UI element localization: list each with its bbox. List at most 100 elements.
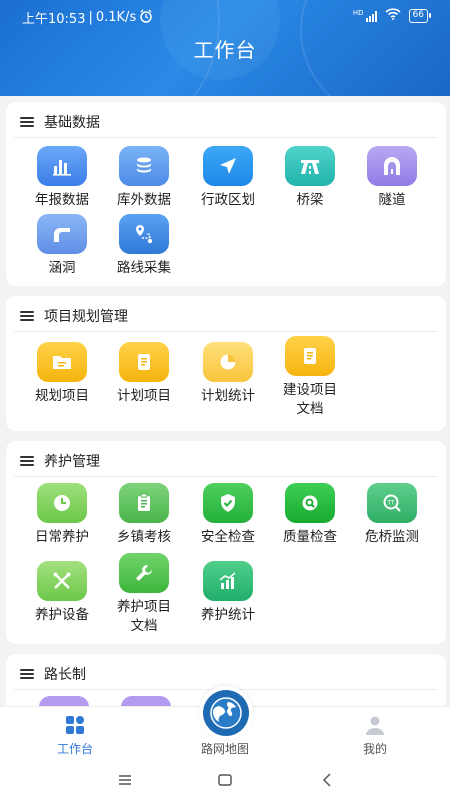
status-time: 上午10:53 <box>22 12 86 27</box>
item-label: 日常养护 <box>35 529 89 545</box>
section-basic-data: 基础数据 年报数据 库外数据 行政区划 桥梁 隧道 涵洞 路线采集 <box>6 102 446 286</box>
divider <box>14 331 438 332</box>
search-gear-icon <box>285 483 335 523</box>
item-label: 建设项目 文档 <box>268 381 352 419</box>
item-culvert[interactable]: 涵洞 <box>20 214 104 278</box>
wrench-icon <box>119 553 169 593</box>
menu-lines-icon <box>20 117 34 127</box>
pie-chart-icon <box>203 342 253 382</box>
tools-icon <box>37 561 87 601</box>
item-label: 隧道 <box>378 192 406 208</box>
item-label: 养护项目 文档 <box>102 598 186 636</box>
back-icon[interactable] <box>318 770 338 790</box>
item-township-assessment[interactable]: 乡镇考核 <box>102 483 186 547</box>
section-header: 项目规划管理 <box>6 296 446 332</box>
tunnel-icon <box>367 146 417 186</box>
folder-icon <box>37 342 87 382</box>
grid-icon <box>64 714 86 736</box>
item-quality-check[interactable]: 质量检查 <box>268 483 352 547</box>
menu-lines-icon <box>20 311 34 321</box>
bar-chart-icon <box>37 146 87 186</box>
road-map-button[interactable] <box>199 686 253 740</box>
bridge-icon <box>285 146 335 186</box>
status-speed: 0.1K/s <box>95 10 137 25</box>
menu-lines-icon <box>20 669 34 679</box>
battery-icon: 66 <box>408 9 432 23</box>
status-bar: 上午10:53 | 0.1K/s HD 66 <box>0 0 450 32</box>
item-label: 乡镇考核 <box>117 529 171 545</box>
item-daily-maintenance[interactable]: 日常养护 <box>20 483 104 547</box>
document-icon <box>119 342 169 382</box>
item-bridge[interactable]: 桥梁 <box>268 146 352 210</box>
item-label-line: 文档 <box>296 401 324 417</box>
alarm-icon <box>139 9 153 27</box>
divider <box>14 137 438 138</box>
app-header: 上午10:53 | 0.1K/s HD 66 工作台 <box>0 0 450 96</box>
svg-text:TT: TT <box>386 500 395 507</box>
item-label: 桥梁 <box>296 192 324 208</box>
item-admin-division[interactable]: 行政区划 <box>186 146 270 210</box>
item-tunnel[interactable]: 隧道 <box>350 146 434 210</box>
tab-label: 工作台 <box>56 742 93 756</box>
signal-icon: HD <box>353 10 377 22</box>
section-title: 路长制 <box>44 667 86 683</box>
monitor-search-icon: TT <box>367 483 417 523</box>
item-label: 库外数据 <box>117 192 171 208</box>
route-pin-icon <box>119 214 169 254</box>
bar-chart-trend-icon <box>203 561 253 601</box>
tab-mine[interactable]: 我的 <box>300 707 450 761</box>
item-construction-docs[interactable]: 建设项目 文档 <box>268 336 352 419</box>
network-label: HD <box>352 9 364 17</box>
home-icon[interactable] <box>215 770 235 790</box>
tab-label: 路网地图 <box>200 742 249 756</box>
item-label: 规划项目 <box>35 388 89 404</box>
item-label-line: 文档 <box>130 618 158 634</box>
item-dangerous-bridge-monitoring[interactable]: TT 危桥监测 <box>350 483 434 547</box>
culvert-icon <box>37 214 87 254</box>
menu-lines-icon <box>20 456 34 466</box>
navigation-arrow-icon <box>203 146 253 186</box>
item-plan-project[interactable]: 计划项目 <box>102 342 186 406</box>
database-icon <box>119 146 169 186</box>
section-project-planning: 项目规划管理 规划项目 计划项目 计划统计 建设项目 文档 <box>6 296 446 431</box>
item-planning-project[interactable]: 规划项目 <box>20 342 104 406</box>
section-maintenance: 养护管理 日常养护 乡镇考核 安全检查 质量检查 TT 危桥监测 养护设备 养护… <box>6 441 446 644</box>
item-label: 危桥监测 <box>365 529 419 545</box>
item-label: 养护统计 <box>201 607 255 623</box>
item-label: 计划项目 <box>117 388 171 404</box>
tab-workbench[interactable]: 工作台 <box>0 707 150 761</box>
item-annual-report[interactable]: 年报数据 <box>20 146 104 210</box>
status-separator: | <box>88 10 93 25</box>
item-label: 涵洞 <box>48 260 76 276</box>
item-label: 安全检查 <box>201 529 255 545</box>
globe-icon <box>203 690 249 736</box>
item-route-collection[interactable]: 路线采集 <box>102 214 186 278</box>
system-nav-bar <box>0 760 450 800</box>
divider <box>14 476 438 477</box>
item-maintenance-equipment[interactable]: 养护设备 <box>20 561 104 625</box>
section-title: 基础数据 <box>44 115 100 131</box>
item-label: 年报数据 <box>35 192 89 208</box>
item-maintenance-project-docs[interactable]: 养护项目 文档 <box>102 553 186 636</box>
item-safety-check[interactable]: 安全检查 <box>186 483 270 547</box>
item-label: 质量检查 <box>283 529 337 545</box>
item-label: 路线采集 <box>117 260 171 276</box>
page-title: 工作台 <box>193 38 257 62</box>
clock-icon <box>37 483 87 523</box>
section-header: 基础数据 <box>6 102 446 138</box>
item-label: 行政区划 <box>201 192 255 208</box>
wifi-icon <box>384 8 401 24</box>
section-title: 养护管理 <box>44 454 100 470</box>
clipboard-icon <box>119 483 169 523</box>
item-label: 计划统计 <box>201 388 255 404</box>
item-offsite-data[interactable]: 库外数据 <box>102 146 186 210</box>
menu-icon[interactable] <box>115 770 135 790</box>
user-icon <box>364 714 386 736</box>
item-plan-statistics[interactable]: 计划统计 <box>186 342 270 406</box>
item-label: 养护设备 <box>35 607 89 623</box>
section-title: 项目规划管理 <box>44 309 128 325</box>
section-header: 养护管理 <box>6 441 446 477</box>
item-label-line: 养护项目 <box>117 599 171 615</box>
item-maintenance-statistics[interactable]: 养护统计 <box>186 561 270 625</box>
item-label-line: 建设项目 <box>283 382 337 398</box>
